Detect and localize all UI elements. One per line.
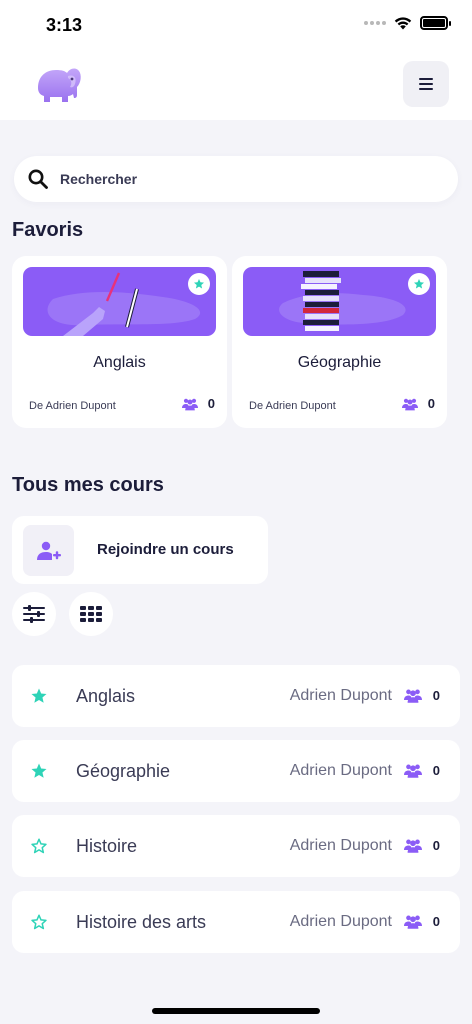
- favorite-card-title: Anglais: [93, 354, 146, 371]
- course-member-count: 0: [432, 763, 440, 778]
- users-icon: [404, 839, 422, 853]
- menu-button[interactable]: [403, 61, 449, 107]
- menu-icon: [419, 78, 433, 90]
- course-row-anglais[interactable]: Anglais Adrien Dupont 0: [12, 665, 460, 727]
- course-banner-image: [243, 267, 436, 336]
- join-course-button[interactable]: Rejoindre un cours: [12, 516, 268, 584]
- course-teacher: Adrien Dupont: [289, 913, 392, 930]
- course-teacher: Adrien Dupont: [289, 687, 392, 704]
- filter-button[interactable]: [12, 592, 56, 636]
- users-icon: [401, 398, 418, 410]
- users-icon: [181, 398, 198, 410]
- search-icon: [28, 169, 48, 189]
- course-name: Histoire des arts: [76, 912, 207, 932]
- favorite-card-author: De Adrien Dupont: [249, 400, 336, 412]
- course-name: Géographie: [76, 761, 171, 781]
- status-bar: 3:13: [0, 0, 472, 52]
- signal-icon: [364, 21, 386, 25]
- course-teacher: Adrien Dupont: [289, 762, 392, 779]
- search-input[interactable]: [60, 171, 420, 187]
- status-time: 3:13: [46, 15, 83, 35]
- star-icon: [414, 279, 424, 289]
- member-count-value: 0: [207, 396, 215, 411]
- member-count-value: 0: [427, 396, 435, 411]
- join-course-label: Rejoindre un cours: [97, 541, 234, 558]
- filter-icon: [23, 605, 45, 623]
- favorite-card-geographie[interactable]: Géographie De Adrien Dupont 0: [232, 256, 447, 428]
- star-icon[interactable]: [30, 687, 48, 705]
- add-user-icon: [36, 541, 61, 560]
- grid-view-button[interactable]: [69, 592, 113, 636]
- users-icon: [404, 764, 422, 778]
- battery-icon: [420, 16, 451, 30]
- member-count: 0: [401, 396, 435, 411]
- course-member-count: 0: [432, 688, 440, 703]
- favorite-star-button[interactable]: [408, 273, 430, 295]
- favorites-title: Favoris: [12, 219, 84, 241]
- course-name: Histoire: [76, 836, 138, 856]
- favorite-card-anglais[interactable]: Anglais De Adrien Dupont 0: [12, 256, 227, 428]
- app-header: [0, 52, 472, 120]
- users-icon: [404, 915, 422, 929]
- grid-icon: [80, 606, 102, 622]
- course-name: Anglais: [76, 686, 136, 706]
- course-row-histoire[interactable]: Histoire Adrien Dupont 0: [12, 815, 460, 877]
- join-icon-box: [23, 525, 74, 576]
- favorite-card-title: Géographie: [297, 354, 382, 371]
- users-icon: [404, 689, 422, 703]
- course-banner-image: [23, 267, 216, 336]
- home-indicator[interactable]: [152, 1008, 320, 1014]
- course-row-histoire-des-arts[interactable]: Histoire des arts Adrien Dupont 0: [12, 891, 460, 953]
- teacher-illustration: [47, 272, 201, 336]
- course-teacher: Adrien Dupont: [289, 837, 392, 854]
- favorite-star-button[interactable]: [188, 273, 210, 295]
- course-member-count: 0: [432, 838, 440, 853]
- star-icon: [194, 279, 204, 289]
- favorite-card-author: De Adrien Dupont: [29, 400, 116, 412]
- all-courses-title: Tous mes cours: [12, 474, 164, 496]
- books-illustration: [279, 271, 406, 331]
- course-member-count: 0: [432, 914, 440, 929]
- member-count: 0: [181, 396, 215, 411]
- course-row-geographie[interactable]: Géographie Adrien Dupont 0: [12, 740, 460, 802]
- star-outline-icon[interactable]: [30, 913, 48, 931]
- search-bar[interactable]: [14, 156, 458, 202]
- elephant-logo[interactable]: [32, 62, 84, 106]
- wifi-icon: [394, 17, 412, 30]
- status-icons: [364, 16, 451, 30]
- star-outline-icon[interactable]: [30, 837, 48, 855]
- star-icon[interactable]: [30, 762, 48, 780]
